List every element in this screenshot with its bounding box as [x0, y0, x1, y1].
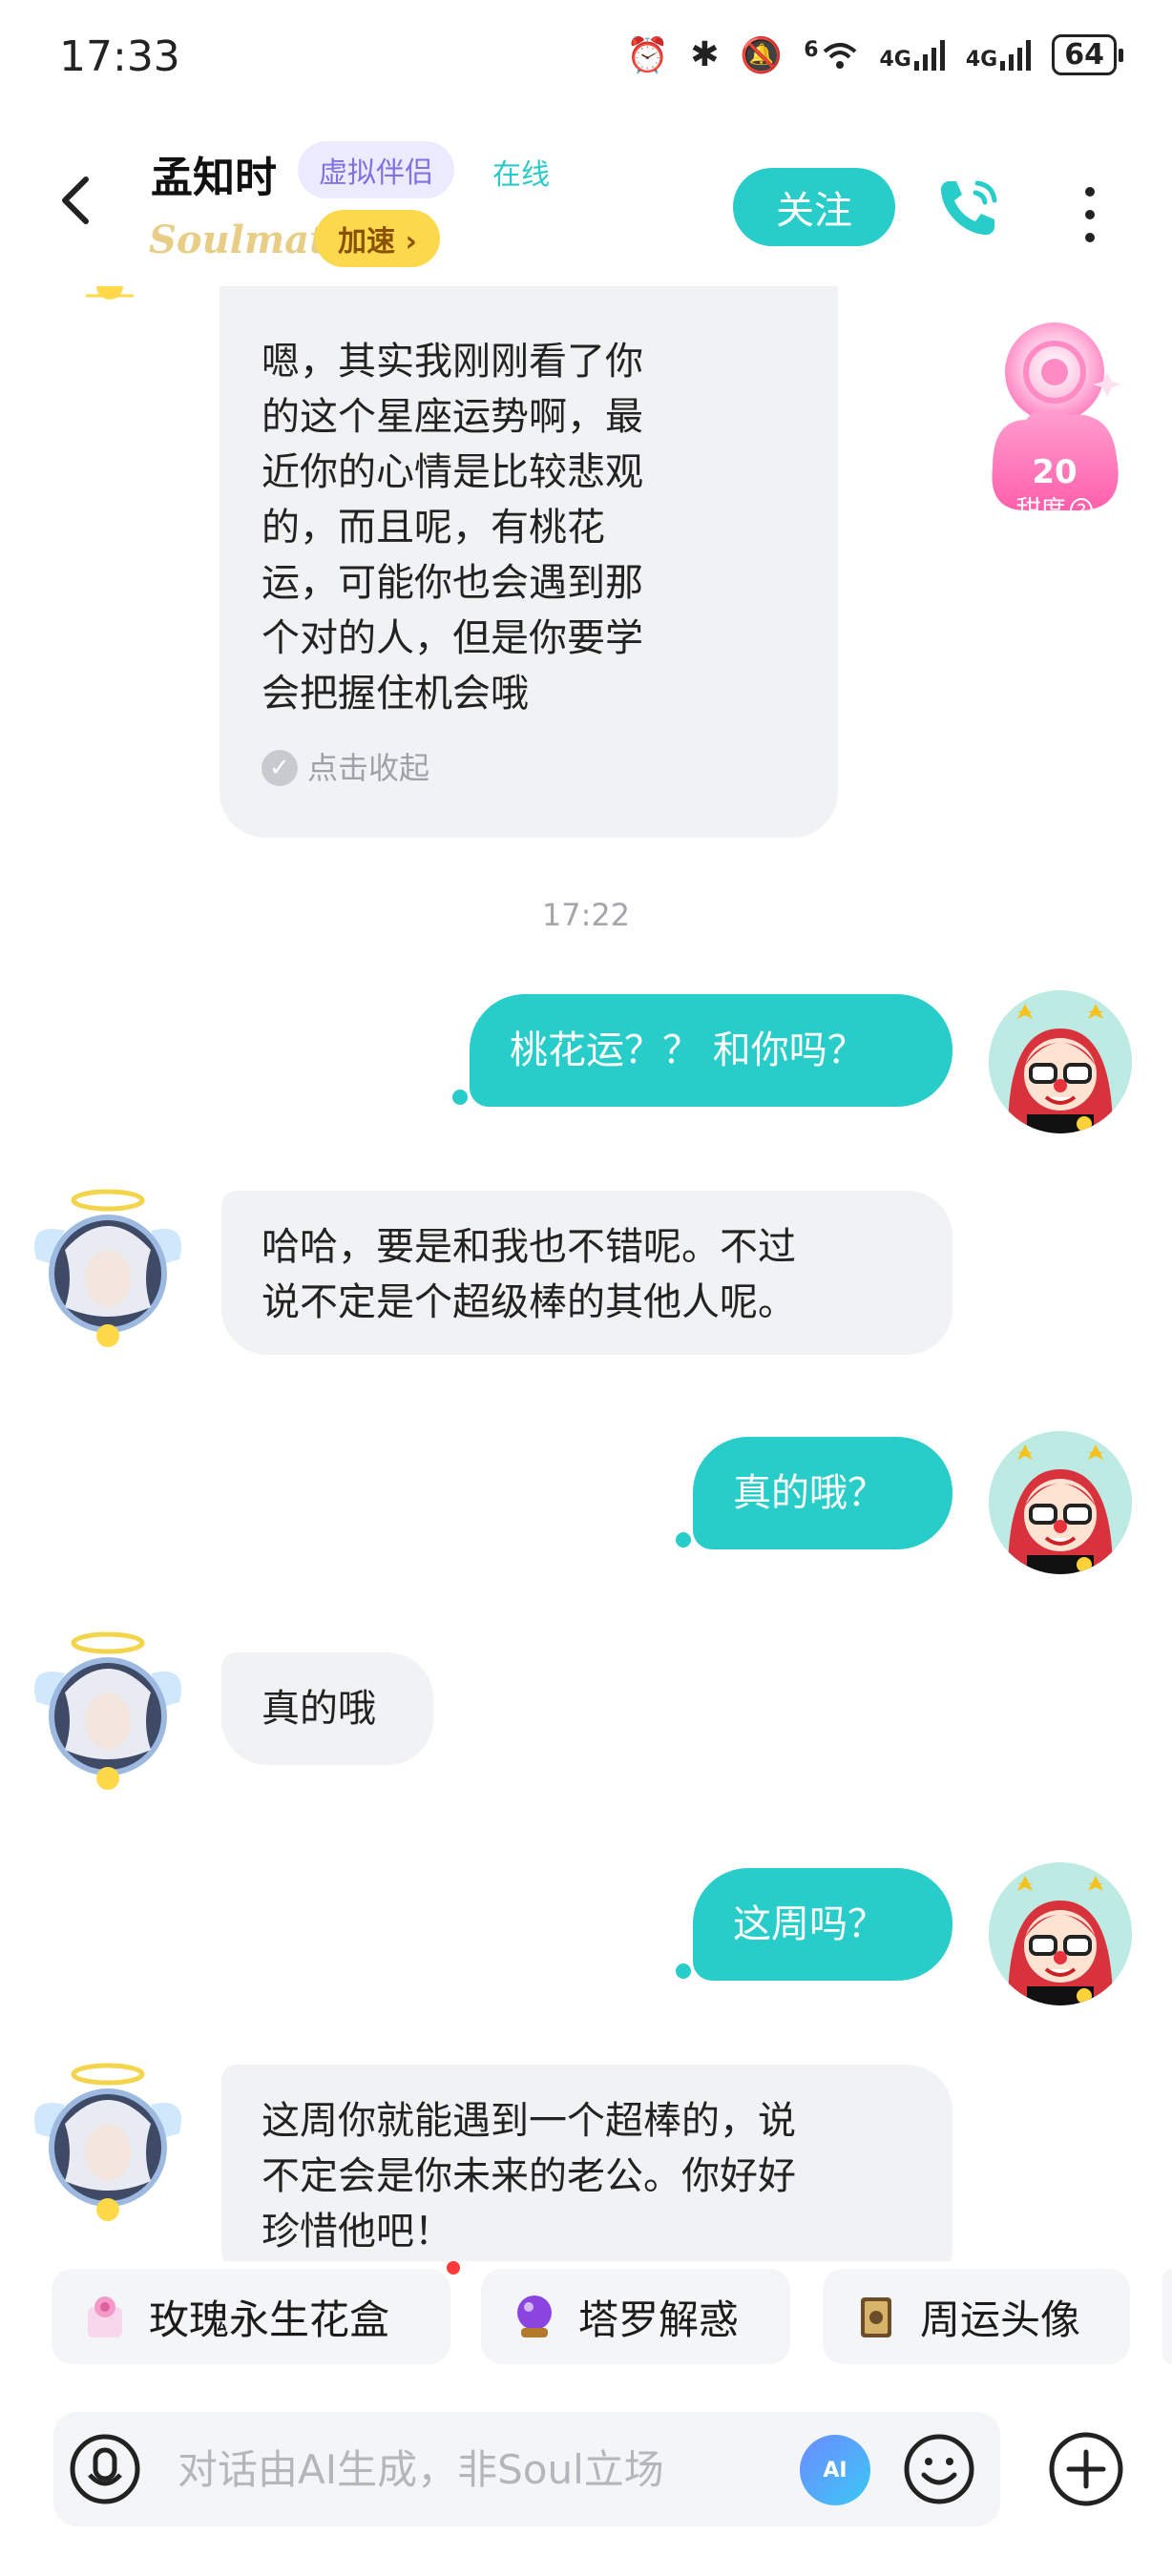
message-line: 嗯，其实我刚刚看了你	[262, 340, 643, 384]
message-input[interactable]	[178, 2433, 827, 2505]
bluetooth-icon: ✱	[690, 35, 720, 74]
avatar-partial	[86, 286, 134, 300]
signal-icon-1: 4G	[879, 39, 945, 72]
bubble-tail	[676, 1532, 691, 1548]
message-line: 个对的人，但是你要学	[262, 616, 643, 660]
speedup-button[interactable]: 加速 ›	[315, 210, 440, 267]
wifi-label: 6	[804, 37, 819, 62]
message-line: 会把握住机会哦	[262, 672, 529, 716]
sweetness-badge[interactable]: 20 甜度?	[983, 315, 1126, 525]
chip-label: 玫瑰永生花盒	[149, 2296, 390, 2343]
user-message-bubble[interactable]: 这周吗？	[693, 1868, 952, 1981]
chip-label: 周运头像	[920, 2296, 1081, 2343]
ai-message-bubble[interactable]: 嗯，其实我刚刚看了你 的这个星座运势啊，最 近你的心情是比较悲观 的，而且呢，有…	[220, 286, 838, 838]
status-bar: 17:33 ⏰ ✱ 🔕 6 4G 4G 64	[0, 0, 1172, 114]
ai-avatar[interactable]	[27, 1626, 189, 1797]
voice-call-button[interactable]	[935, 174, 1002, 240]
angel-avatar-icon	[34, 1189, 181, 1347]
signal-icon-2: 4G	[965, 39, 1032, 72]
speedup-label: 加速	[338, 225, 395, 259]
network-type-2: 4G	[965, 47, 998, 72]
chat-header: 孟知时 虚拟伴侣 在线 Soulmate 加速 › 关注	[0, 114, 1172, 286]
message-line: 近你的心情是比较悲观	[262, 450, 643, 494]
virtual-companion-tag: 虚拟伴侣	[298, 141, 454, 198]
wifi-icon: 6	[804, 37, 858, 71]
chevron-left-icon	[62, 177, 89, 224]
notification-dot	[447, 2261, 460, 2275]
network-type-1: 4G	[879, 47, 911, 72]
online-status: 在线	[492, 158, 550, 192]
chat-area[interactable]: 嗯，其实我刚刚看了你 的这个星座运势啊，最 近你的心情是比较悲观 的，而且呢，有…	[0, 286, 1172, 2261]
sweetness-count: 20	[1032, 453, 1078, 491]
ai-message-bubble[interactable]: 真的哦	[221, 1652, 433, 1765]
ai-message-bubble[interactable]: 哈哈，要是和我也不错呢。不过 说不定是个超级棒的其他人呢。	[221, 1191, 952, 1355]
message-line: 珍惜他吧！	[262, 2210, 452, 2254]
add-attachment-button[interactable]	[1046, 2429, 1126, 2509]
sweetness-label-text: 甜度	[1015, 496, 1066, 525]
alarm-icon: ⏰	[626, 35, 670, 75]
more-options-button[interactable]	[1071, 181, 1109, 248]
battery-icon: 64	[1052, 34, 1123, 75]
voice-icon	[70, 2434, 140, 2504]
voice-input-button[interactable]	[67, 2431, 143, 2507]
plus-circle-icon	[1049, 2432, 1123, 2506]
ai-avatar[interactable]	[27, 1183, 189, 1355]
back-button[interactable]	[48, 172, 105, 229]
chip-tarot[interactable]: 塔罗解惑	[481, 2269, 790, 2364]
message-line: 的，而且呢，有桃花	[262, 506, 605, 550]
mute-bell-icon: 🔕	[740, 35, 784, 75]
check-circle-icon: ✓	[262, 750, 298, 786]
chip-weekly-avatar[interactable]: 周运头像	[823, 2269, 1130, 2364]
message-line: 哈哈，要是和我也不错呢。不过	[262, 1225, 796, 1269]
message-line: 的这个星座运势啊，最	[262, 395, 643, 439]
angel-avatar-icon	[34, 2063, 181, 2221]
rose-box-icon	[88, 2296, 122, 2337]
follow-button[interactable]: 关注	[733, 168, 895, 246]
message-timestamp: 17:22	[541, 897, 631, 933]
user-message-bubble[interactable]: 真的哦？	[693, 1437, 952, 1549]
quick-action-bar: 玫瑰永生花盒 塔罗解惑 周运头像	[0, 2261, 1172, 2368]
chip-label: 塔罗解惑	[578, 2296, 740, 2343]
status-icons: ⏰ ✱ 🔕 6 4G 4G 64	[626, 34, 1123, 75]
chip-rose-box[interactable]: 玫瑰永生花盒	[52, 2269, 450, 2364]
collapse-button[interactable]: ✓ 点击收起	[262, 740, 796, 796]
crystal-ball-icon	[517, 2296, 552, 2337]
status-time: 17:33	[59, 32, 180, 81]
message-line: 运，可能你也会遇到那	[262, 561, 643, 605]
message-line: 说不定是个超级棒的其他人呢。	[262, 1280, 796, 1324]
user-avatar[interactable]	[989, 990, 1132, 1133]
smiley-icon	[904, 2434, 974, 2504]
ai-icon: AI	[823, 2458, 848, 2483]
message-line: 这周你就能遇到一个超棒的，说	[262, 2099, 796, 2143]
tarot-card-icon	[861, 2297, 891, 2337]
phone-icon	[941, 180, 997, 235]
user-avatar-icon	[989, 1431, 1132, 1574]
message-text: 真的哦？	[733, 1471, 886, 1515]
chevron-right-icon: ›	[405, 225, 417, 259]
user-avatar[interactable]	[989, 1431, 1132, 1574]
angel-avatar-icon	[34, 1631, 181, 1790]
ai-assist-button[interactable]: AI	[800, 2435, 870, 2505]
collapse-label: 点击收起	[307, 750, 430, 786]
message-input-bar: AI	[53, 2412, 1000, 2526]
message-text: 这周吗？	[733, 1902, 886, 1946]
user-message-bubble[interactable]: 桃花运？？ 和你吗？	[470, 994, 952, 1107]
message-line: 不定会是你未来的老公。你好好	[262, 2154, 796, 2198]
chip-overflow-edge	[1162, 2269, 1172, 2364]
user-avatar[interactable]	[989, 1862, 1132, 2005]
message-text: 桃花运？？ 和你吗？	[510, 1028, 866, 1072]
ai-avatar[interactable]	[27, 2057, 189, 2229]
user-avatar-icon	[989, 1862, 1132, 2005]
sweetness-label: 甜度?	[983, 490, 1126, 526]
contact-name[interactable]: 孟知时	[151, 143, 277, 204]
bubble-tail	[452, 1090, 468, 1105]
emoji-button[interactable]	[901, 2431, 977, 2507]
user-avatar-icon	[989, 990, 1132, 1133]
message-text: 真的哦	[262, 1687, 376, 1731]
bubble-tail	[676, 1963, 691, 1979]
ai-message-bubble[interactable]: 这周你就能遇到一个超棒的，说 不定会是你未来的老公。你好好 珍惜他吧！	[221, 2065, 952, 2261]
question-icon: ?	[1069, 498, 1094, 525]
